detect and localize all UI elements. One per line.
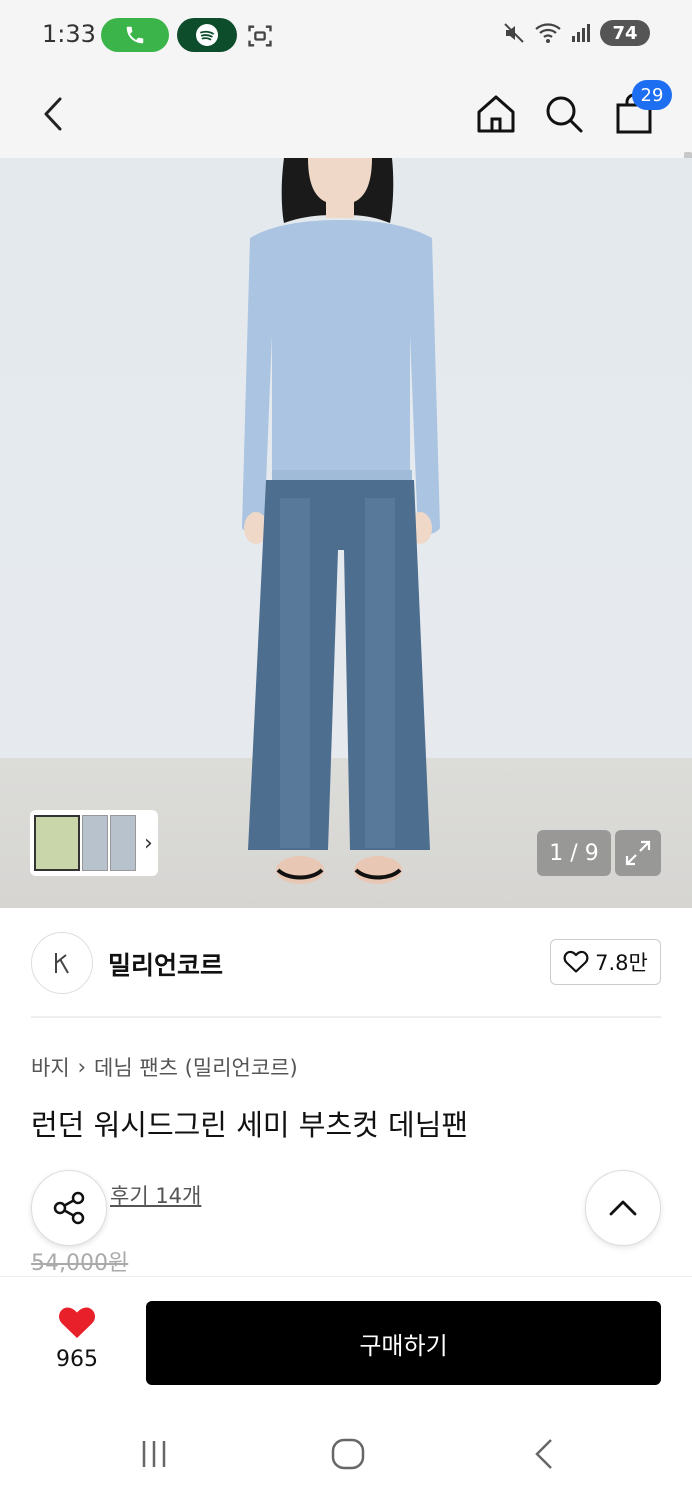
brand-mark-icon <box>55 953 69 974</box>
fullscreen-button[interactable] <box>615 830 661 876</box>
cart-button[interactable]: 29 <box>608 80 672 140</box>
screenshot-icon <box>246 22 274 54</box>
expand-icon <box>625 840 651 866</box>
chevron-left-icon <box>535 1439 552 1469</box>
product-title: 런던 워시드그린 세미 부츠컷 데님팬 <box>31 1108 469 1142</box>
media-playing-indicator[interactable] <box>177 18 237 52</box>
status-bar: 1:33 74 <box>0 0 692 70</box>
battery-indicator: 74 <box>600 20 650 46</box>
share-icon <box>53 1191 85 1225</box>
share-button[interactable] <box>31 1170 107 1246</box>
heart-filled-icon <box>59 1307 95 1338</box>
image-page-counter: 1 / 9 <box>537 830 611 876</box>
mute-icon <box>504 23 524 43</box>
product-image-gallery[interactable]: › 1 / 9 <box>0 158 692 908</box>
chevron-right-icon[interactable]: › <box>144 831 153 856</box>
chevron-up-icon <box>609 1200 637 1216</box>
chevron-left-icon <box>44 97 62 131</box>
breadcrumb-item[interactable]: 데님 팬츠 (밀리언코르) <box>94 1052 298 1082</box>
recent-apps-button[interactable] <box>134 1434 174 1474</box>
battery-level: 74 <box>612 22 638 44</box>
wifi-icon <box>535 23 561 43</box>
purchase-bar: 965 구매하기 <box>0 1276 692 1400</box>
brand-logo[interactable] <box>31 932 93 994</box>
product-photo <box>242 158 440 884</box>
breadcrumb: 바지 › 데님 팬츠 (밀리언코르) <box>31 1052 298 1082</box>
search-icon <box>546 96 583 133</box>
top-nav: 29 <box>0 70 692 218</box>
home-icon <box>477 95 515 133</box>
home-button[interactable] <box>470 88 522 140</box>
heart-outline-icon <box>563 950 589 973</box>
status-icons: 74 <box>502 20 650 46</box>
home-nav-button[interactable] <box>328 1434 368 1474</box>
brand-name[interactable]: 밀리언코르 <box>108 946 223 982</box>
thumbnail-image[interactable] <box>110 815 136 871</box>
thumbnail-image[interactable] <box>82 815 108 871</box>
back-button[interactable] <box>28 88 80 140</box>
search-button[interactable] <box>538 88 590 140</box>
brand-row[interactable]: 밀리언코르 7.8만 <box>0 908 692 1018</box>
ongoing-call-indicator[interactable] <box>101 18 169 52</box>
status-time: 1:33 <box>42 20 96 48</box>
system-back-button[interactable] <box>524 1434 564 1474</box>
phone-icon <box>126 26 144 44</box>
scroll-to-top-button[interactable] <box>585 1170 661 1246</box>
recent-apps-icon <box>142 1441 166 1467</box>
original-price: 54,000원 <box>31 1251 129 1276</box>
brand-like-button[interactable]: 7.8만 <box>550 939 661 985</box>
thumbnail-image[interactable] <box>34 815 80 871</box>
divider <box>31 1016 661 1018</box>
brand-like-count: 7.8만 <box>595 951 648 975</box>
cart-count-badge: 29 <box>632 80 672 110</box>
chevron-right-icon: › <box>77 1055 87 1079</box>
thumbnail-strip[interactable]: › <box>30 810 158 876</box>
spotify-icon <box>196 24 218 46</box>
breadcrumb-item[interactable]: 바지 <box>31 1052 70 1082</box>
system-nav-bar <box>0 1400 692 1500</box>
wishlist-button[interactable]: 965 <box>42 1305 112 1372</box>
wishlist-count: 965 <box>56 1347 98 1372</box>
signal-icon <box>572 24 590 42</box>
buy-button[interactable]: 구매하기 <box>146 1301 661 1385</box>
home-circle-icon <box>331 1438 365 1470</box>
review-link[interactable]: 후기 14개 <box>110 1180 201 1210</box>
